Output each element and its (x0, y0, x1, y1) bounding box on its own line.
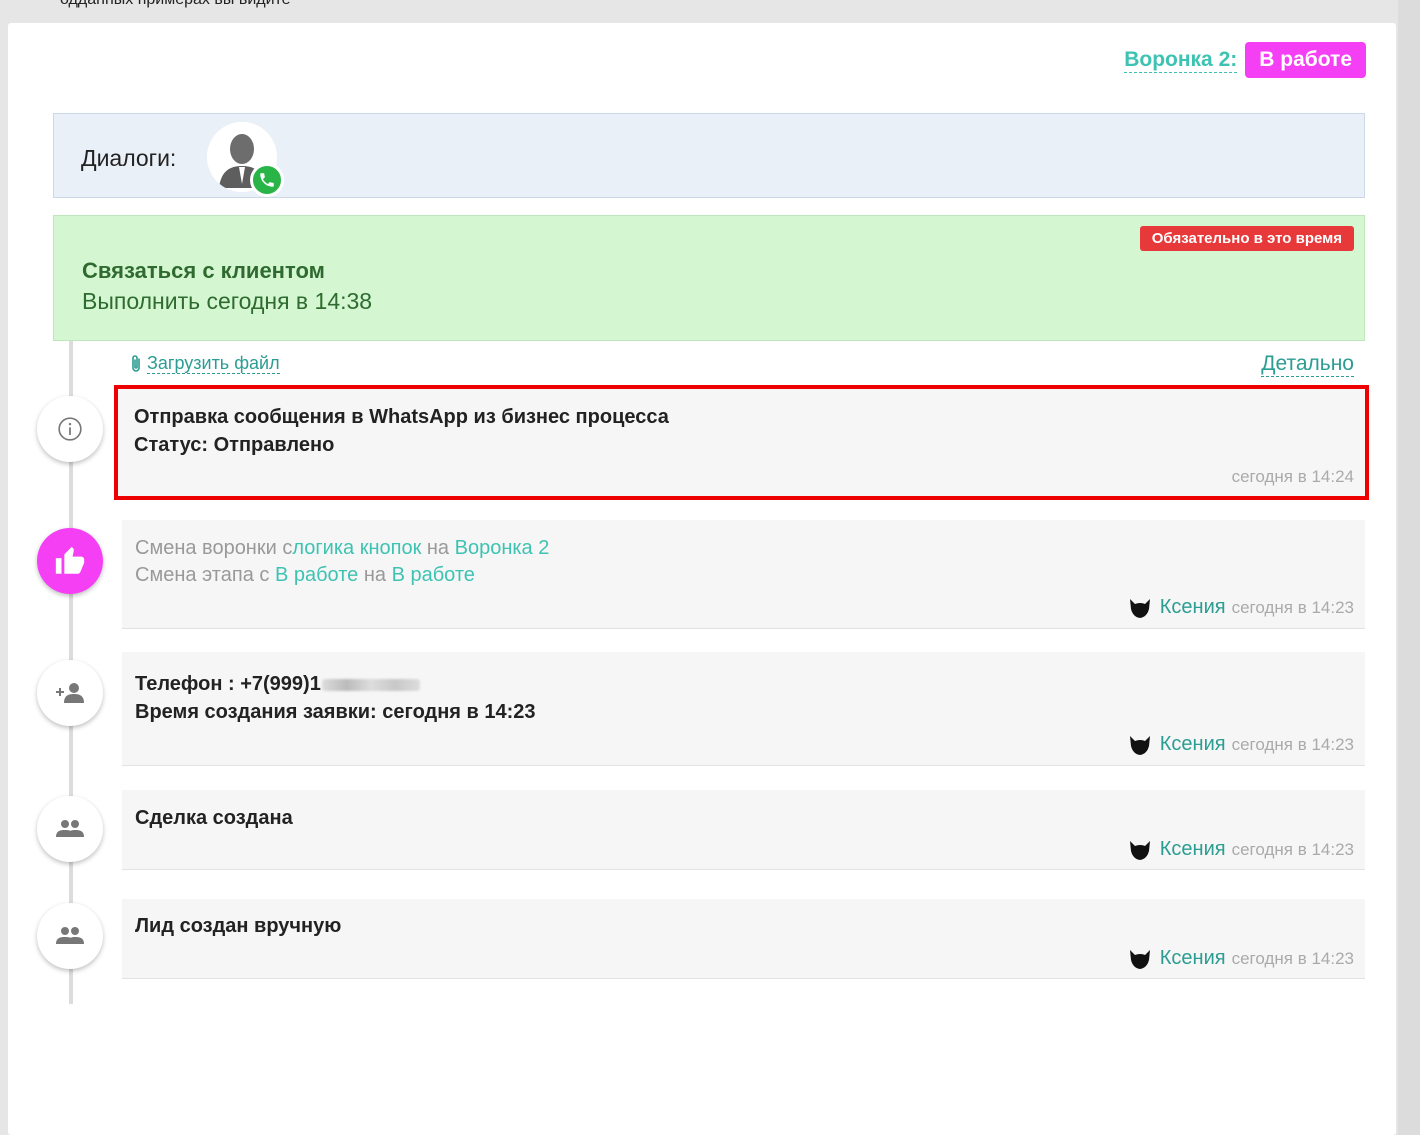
stage-badge[interactable]: В работе (1245, 42, 1366, 78)
event-card-lead-created[interactable]: Лид создан вручную Ксения сегодня в 14:2… (122, 899, 1365, 979)
event-card-whatsapp[interactable]: Отправка сообщения в WhatsApp из бизнес … (114, 385, 1369, 500)
user-cat-avatar-icon (1129, 735, 1150, 755)
event-user[interactable]: Ксения (1160, 733, 1226, 756)
mandatory-time-badge: Обязательно в это время (1139, 226, 1354, 251)
event-title: Сделка создана (135, 807, 293, 829)
stage-to-link[interactable]: В работе (392, 564, 475, 586)
event-time: сегодня в 14:23 (1231, 948, 1354, 968)
upload-file-link[interactable]: Загрузить файл (129, 353, 280, 374)
funnel-change-prefix: Смена воронки с (135, 537, 293, 559)
event-time: сегодня в 14:24 (1231, 467, 1354, 486)
event-meta: Ксения сегодня в 14:23 (1128, 838, 1354, 861)
people-icon (37, 903, 103, 969)
dialogs-label: Диалоги: (81, 145, 177, 171)
detail-link[interactable]: Детально (1261, 352, 1354, 377)
event-stage-line: Смена этапа с В работе на В работе (135, 564, 475, 587)
funnel-change-mid: на (421, 537, 455, 559)
blurred-phone-digits (321, 678, 420, 691)
funnel-link[interactable]: Воронка 2: (1124, 48, 1238, 73)
event-funnel-line: Смена воронки слогика кнопок на Воронка … (135, 537, 549, 560)
event-card-funnel-change[interactable]: Смена воронки слогика кнопок на Воронка … (122, 520, 1365, 629)
event-user[interactable]: Ксения (1160, 838, 1226, 861)
event-time: сегодня в 14:23 (1231, 839, 1354, 859)
event-status: Статус: Отправлено (134, 434, 335, 456)
task-card[interactable]: Обязательно в это время Связаться с клие… (53, 215, 1365, 341)
event-meta: Ксения сегодня в 14:23 (1128, 596, 1354, 619)
deal-panel: Воронка 2: В работе Диалоги: Обязательно… (8, 23, 1396, 1135)
scrollbar[interactable] (1398, 0, 1420, 1135)
event-meta: Ксения сегодня в 14:23 (1128, 733, 1354, 756)
stage-change-mid: на (358, 564, 392, 586)
event-meta: сегодня в 14:24 (1226, 467, 1354, 487)
whatsapp-phone-icon (250, 163, 284, 197)
stage-from-link[interactable]: В работе (275, 564, 358, 586)
event-card-deal-created[interactable]: Сделка создана Ксения сегодня в 14:23 (122, 790, 1365, 870)
event-card-lead-data[interactable]: Телефон : +7(999)1 Время создания заявки… (122, 652, 1365, 766)
event-user[interactable]: Ксения (1160, 947, 1226, 970)
user-cat-avatar-icon (1129, 598, 1150, 618)
top-cut-text: одданных примерах вы видите (60, 0, 291, 9)
thumbs-up-icon (37, 528, 103, 594)
stage-change-prefix: Смена этапа с (135, 564, 275, 586)
event-phone: Телефон : +7(999)1 (135, 673, 420, 696)
event-title: Лид создан вручную (135, 915, 342, 937)
user-cat-avatar-icon (1129, 840, 1150, 860)
event-meta: Ксения сегодня в 14:23 (1128, 947, 1354, 970)
event-time: сегодня в 14:23 (1231, 734, 1354, 754)
dialogs-bar: Диалоги: (53, 113, 1365, 198)
task-due: Выполнить сегодня в 14:38 (82, 288, 373, 314)
people-icon (37, 796, 103, 862)
event-created-time: Время создания заявки: сегодня в 14:23 (135, 701, 536, 723)
add-person-icon (37, 660, 103, 726)
event-user[interactable]: Ксения (1160, 596, 1226, 619)
funnel-from-link[interactable]: логика кнопок (292, 537, 421, 559)
user-cat-avatar-icon (1129, 949, 1150, 969)
info-icon (37, 396, 103, 462)
phone-text: Телефон : +7(999)1 (135, 673, 321, 695)
funnel-to-link[interactable]: Воронка 2 (455, 537, 550, 559)
paperclip-icon (132, 354, 140, 372)
task-title: Связаться с клиентом (82, 258, 325, 283)
event-time: сегодня в 14:23 (1231, 597, 1354, 617)
event-title: Отправка сообщения в WhatsApp из бизнес … (134, 406, 669, 428)
upload-file-label: Загрузить файл (147, 353, 280, 374)
funnel-status: Воронка 2: В работе (1124, 42, 1366, 78)
